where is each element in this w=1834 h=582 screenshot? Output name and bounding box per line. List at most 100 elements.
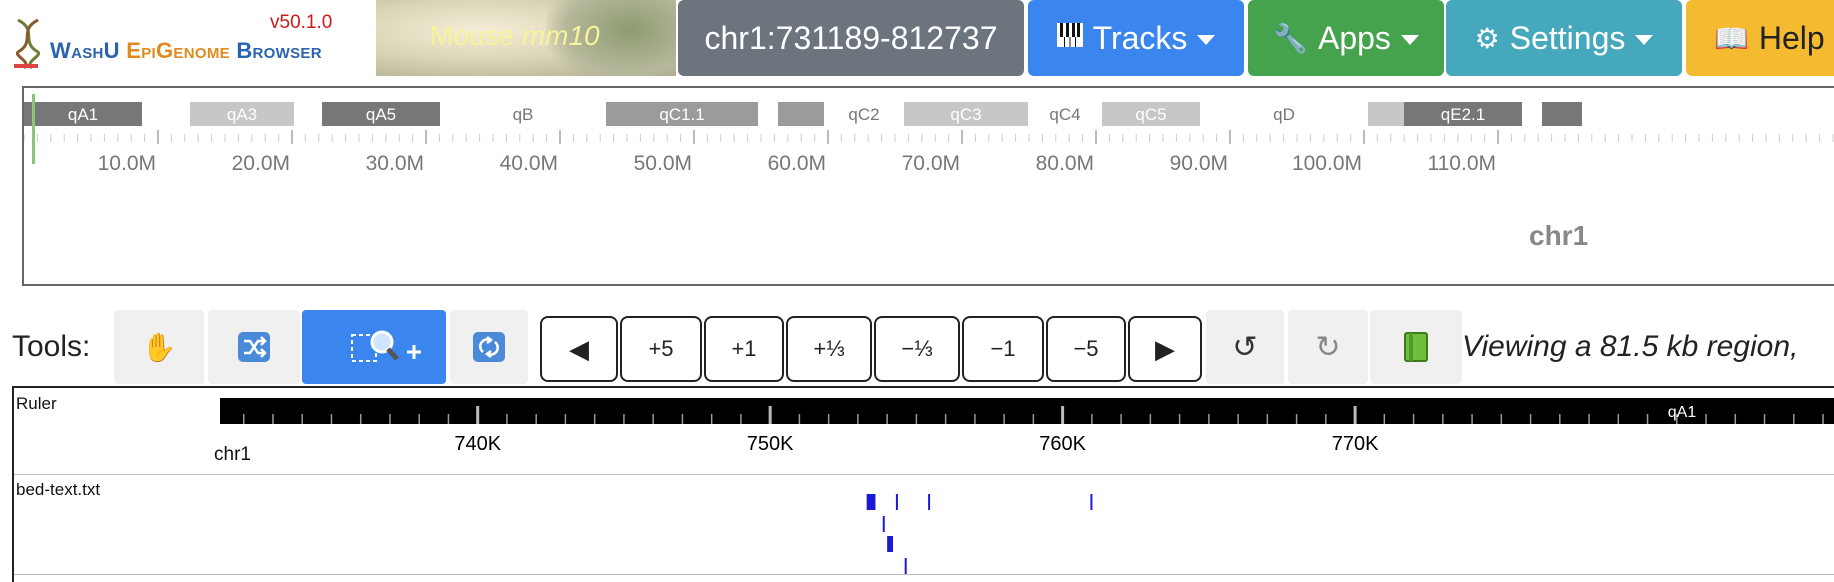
brand-name: WashU EpiGenome Browser [50,38,322,64]
zoom-region-tool-button[interactable] [302,310,446,384]
ruler-track[interactable]: 740K 750K 760K 770K qA1 [14,388,1834,478]
wrench-icon: 🔧 [1273,22,1308,54]
ideogram-tick-label: 100.0M [1292,152,1362,175]
tracks-menu-button[interactable]: Tracks [1028,0,1244,76]
zoom-out-1-label: +1 [731,336,757,361]
ideogram-tick-label: 70.0M [902,152,960,175]
drag-tool-button[interactable]: ✋ [114,310,204,384]
ideogram-band[interactable] [1542,102,1582,126]
genome-species: Mouse [430,20,515,51]
zoom-in-1-button[interactable]: −1 [962,316,1044,382]
tools-label: Tools: [12,330,91,363]
chromosome-ideogram[interactable]: qA1 qA3 qA5 qB qC1.1 qC2 qC3 qC4 qC5 qD qE2.1 10.0M… [24,88,1834,284]
refresh-icon [473,332,505,362]
piano-keys-icon [1056,22,1083,54]
ideogram-band-label: qA3 [227,105,257,124]
bed-feature[interactable] [895,494,898,510]
ideogram-tick-label: 110.0M [1428,152,1497,175]
genome-assembly: mm10 [521,20,600,51]
pan-left-label: ◀ [569,333,589,364]
ideogram-tick-label: 80.0M [1036,152,1094,175]
ideogram-tick-label: 90.0M [1170,152,1228,175]
bed-feature[interactable] [928,494,931,510]
zoom-out-third-button[interactable]: +⅓ [786,316,872,382]
ideogram-band-label: qE2.1 [1441,105,1485,124]
genome-label: Mouse mm10 [430,20,600,52]
redo-icon: ↻ [1315,330,1341,364]
magnify-select-icon [351,330,421,362]
ideogram-tick-label: 30.0M [366,152,424,175]
zoom-in-1-label: −1 [990,336,1016,361]
ruler-tick-label: 760K [1039,433,1086,455]
ideogram-tick-label: 60.0M [768,152,826,175]
ruler-band-label: qA1 [1668,404,1697,421]
ruler-tick-label: 770K [1332,433,1379,455]
zoom-out-5-label: +5 [648,336,674,361]
brand-name-part1: WashU [50,38,127,63]
ideogram-band-label: qB [513,105,534,124]
book-icon: 📖 [1714,22,1749,54]
version-label: v50.1.0 [270,12,333,33]
ideogram-band[interactable] [758,102,778,126]
ideogram-band-label: qC3 [950,105,981,124]
bed-feature[interactable] [904,558,907,574]
zoom-out-5-button[interactable]: +5 [620,316,702,382]
bed-feature[interactable] [866,494,876,510]
reorder-tool-button[interactable] [208,310,300,384]
tracks-label: Tracks [1092,19,1188,56]
ideogram-band[interactable] [142,102,190,126]
ruler-tick-label: 750K [747,433,794,455]
bed-feature[interactable] [882,516,885,532]
bed-feature[interactable] [887,536,893,552]
ideogram-band[interactable] [1522,102,1542,126]
chevron-down-icon [1400,35,1419,45]
locus-button[interactable]: chr1:731189-812737 [678,0,1024,76]
ideogram-band[interactable] [294,102,322,126]
settings-menu-button[interactable]: ⚙ Settings [1446,0,1682,76]
track-separator [14,474,1834,475]
ideogram-tick-label: 50.0M [634,152,692,175]
bed-feature[interactable] [1090,494,1093,510]
track-container[interactable]: 740K 750K 760K 770K qA1 Ruler chr1 bed-text.… [12,386,1834,582]
hand-icon: ✋ [141,331,177,363]
track-separator [14,574,1834,575]
pan-left-button[interactable]: ◀ [540,316,618,382]
top-navbar: v50.1.0 WashU EpiGenome Browser Mouse mm… [0,0,1834,76]
apps-menu-button[interactable]: 🔧 Apps [1248,0,1444,76]
book-icon [1404,332,1428,362]
ideogram-band-label: qD [1273,105,1295,124]
zoom-in-third-button[interactable]: −⅓ [874,316,960,382]
brand[interactable]: v50.1.0 WashU EpiGenome Browser [0,0,376,76]
chevron-down-icon [1635,35,1654,45]
ruler-track-label: Ruler [16,394,57,413]
dna-logo-icon [14,18,41,70]
ideogram-band-label: qC2 [848,105,879,124]
zoom-out-1-button[interactable]: +1 [704,316,784,382]
zoom-in-third-label: −⅓ [901,336,933,361]
undo-button[interactable]: ↺ [1206,310,1284,384]
chromosome-ideogram-panel[interactable]: qA1 qA3 qA5 qB qC1.1 qC2 qC3 qC4 qC5 qD qE2.1 10.0M… [22,86,1834,286]
bookmark-button[interactable] [1370,310,1462,384]
chromosome-name: chr1 [1529,220,1589,251]
genome-selector[interactable]: Mouse mm10 [376,0,676,76]
pan-right-button[interactable]: ▶ [1128,316,1202,382]
help-menu-button[interactable]: 📖 Help [1686,0,1834,76]
zoom-out-third-label: +⅓ [813,336,845,361]
ruler-bar [220,398,1834,424]
bed-track[interactable] [14,476,1834,580]
redo-button[interactable]: ↻ [1288,310,1368,384]
locus-label: chr1:731189-812737 [704,19,998,56]
rotate-tool-button[interactable] [450,310,528,384]
ideogram-band[interactable] [1368,102,1404,126]
zoom-in-5-button[interactable]: −5 [1046,316,1126,382]
brand-name-part2: EpiGenome [126,38,230,63]
apps-label: Apps [1317,19,1391,56]
settings-label: Settings [1509,19,1626,56]
current-view-marker[interactable] [32,94,35,164]
viewing-region-text: Viewing a 81.5 kb region, [1462,330,1799,363]
ideogram-tick-label: 40.0M [500,152,558,175]
ideogram-band-label: qC1.1 [659,105,704,124]
ideogram-band[interactable] [778,102,824,126]
undo-icon: ↺ [1232,330,1258,364]
ideogram-band-label: qA1 [68,105,98,124]
